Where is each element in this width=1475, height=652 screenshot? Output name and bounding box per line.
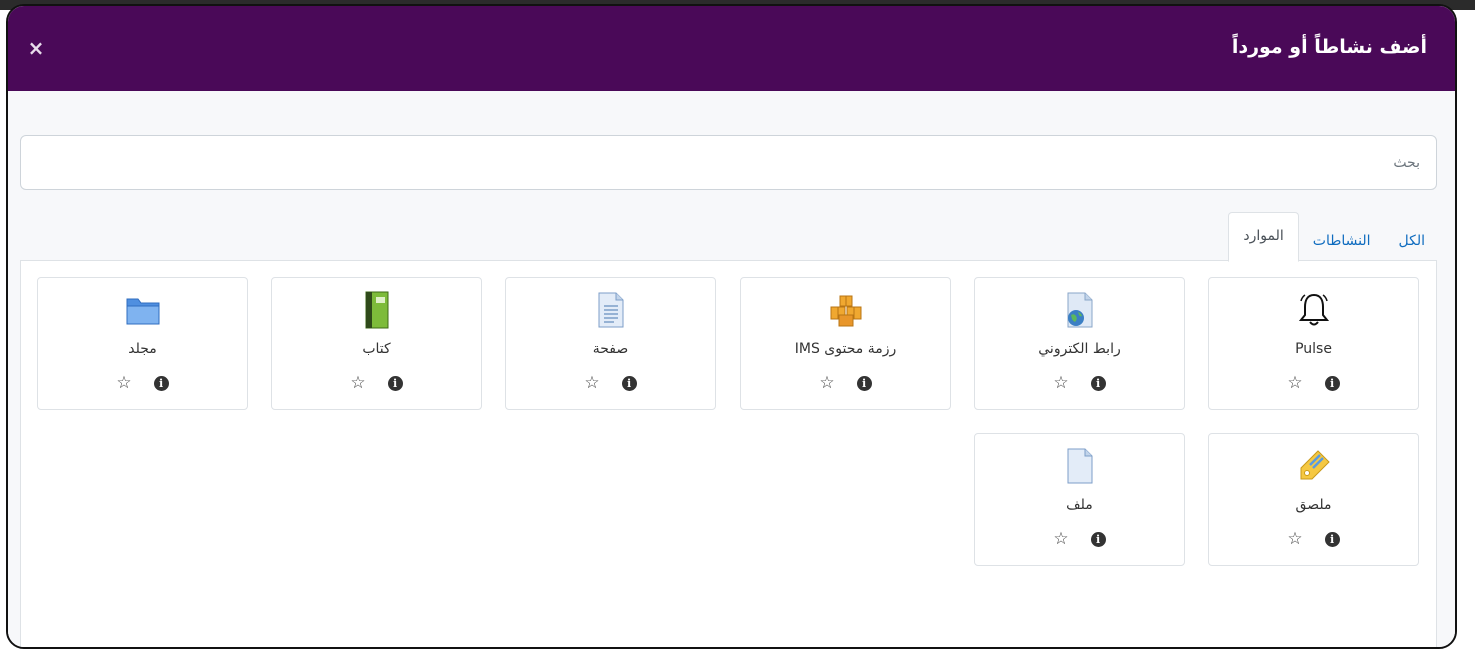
modal-body: الكل النشاطات الموارد Pulse ☆ i راب xyxy=(8,91,1455,647)
card-label: صفحة xyxy=(592,341,629,357)
file-icon xyxy=(975,446,1184,486)
tab-all[interactable]: الكل xyxy=(1385,221,1440,261)
tab-resources[interactable]: الموارد xyxy=(1228,212,1299,262)
resource-card-book[interactable]: كتاب ☆ i xyxy=(271,277,482,410)
close-button[interactable]: × xyxy=(24,36,48,60)
folder-icon xyxy=(38,290,247,330)
star-icon[interactable]: ☆ xyxy=(584,375,599,392)
star-icon[interactable]: ☆ xyxy=(1287,531,1302,548)
card-label: ملصق xyxy=(1295,497,1332,513)
book-icon xyxy=(272,290,481,330)
star-icon[interactable]: ☆ xyxy=(1053,531,1068,548)
info-icon[interactable]: i xyxy=(387,376,403,391)
resource-card-url[interactable]: رابط الكتروني ☆ i xyxy=(974,277,1185,410)
url-globe-icon xyxy=(975,290,1184,330)
add-activity-modal: أضف نشاطاً أو مورداً × الكل النشاطات الم… xyxy=(6,4,1457,649)
info-icon[interactable]: i xyxy=(153,376,169,391)
modal-title: أضف نشاطاً أو مورداً xyxy=(1231,36,1427,58)
resource-card-pulse[interactable]: Pulse ☆ i xyxy=(1208,277,1419,410)
modal-header: أضف نشاطاً أو مورداً × xyxy=(8,6,1455,91)
card-label: ملف xyxy=(1066,497,1093,513)
search-input[interactable] xyxy=(20,135,1437,190)
bell-icon xyxy=(1209,290,1418,330)
resource-card-file[interactable]: ملف ☆ i xyxy=(974,433,1185,566)
label-tag-icon xyxy=(1209,446,1418,486)
resource-card-ims[interactable]: رزمة محتوى IMS ☆ i xyxy=(740,277,951,410)
card-actions: ☆ i xyxy=(975,531,1184,548)
card-actions: ☆ i xyxy=(38,375,247,392)
card-label: رابط الكتروني xyxy=(1038,341,1121,357)
info-icon[interactable]: i xyxy=(1090,376,1106,391)
card-label: Pulse xyxy=(1295,341,1332,357)
resources-panel: Pulse ☆ i رابط الكتروني ☆ i رزمة محتوى I… xyxy=(20,260,1437,647)
card-actions: ☆ i xyxy=(741,375,950,392)
resource-card-page[interactable]: صفحة ☆ i xyxy=(505,277,716,410)
star-icon[interactable]: ☆ xyxy=(819,375,834,392)
card-actions: ☆ i xyxy=(1209,375,1418,392)
ims-package-icon xyxy=(741,290,950,330)
card-label: رزمة محتوى IMS xyxy=(794,341,897,357)
resource-card-folder[interactable]: مجلد ☆ i xyxy=(37,277,248,410)
card-actions: ☆ i xyxy=(272,375,481,392)
card-actions: ☆ i xyxy=(975,375,1184,392)
tab-activities[interactable]: النشاطات xyxy=(1299,221,1385,261)
card-label: كتاب xyxy=(362,341,391,357)
info-icon[interactable]: i xyxy=(1324,376,1340,391)
star-icon[interactable]: ☆ xyxy=(1053,375,1068,392)
info-icon[interactable]: i xyxy=(621,376,637,391)
info-icon[interactable]: i xyxy=(856,376,872,391)
card-label: مجلد xyxy=(128,341,157,357)
info-icon[interactable]: i xyxy=(1090,532,1106,547)
page-document-icon xyxy=(506,290,715,330)
tab-list: الكل النشاطات الموارد xyxy=(1228,211,1440,262)
resource-card-label[interactable]: ملصق ☆ i xyxy=(1208,433,1419,566)
star-icon[interactable]: ☆ xyxy=(1287,375,1302,392)
star-icon[interactable]: ☆ xyxy=(116,375,131,392)
star-icon[interactable]: ☆ xyxy=(350,375,365,392)
card-actions: ☆ i xyxy=(1209,531,1418,548)
info-icon[interactable]: i xyxy=(1324,532,1340,547)
card-actions: ☆ i xyxy=(506,375,715,392)
